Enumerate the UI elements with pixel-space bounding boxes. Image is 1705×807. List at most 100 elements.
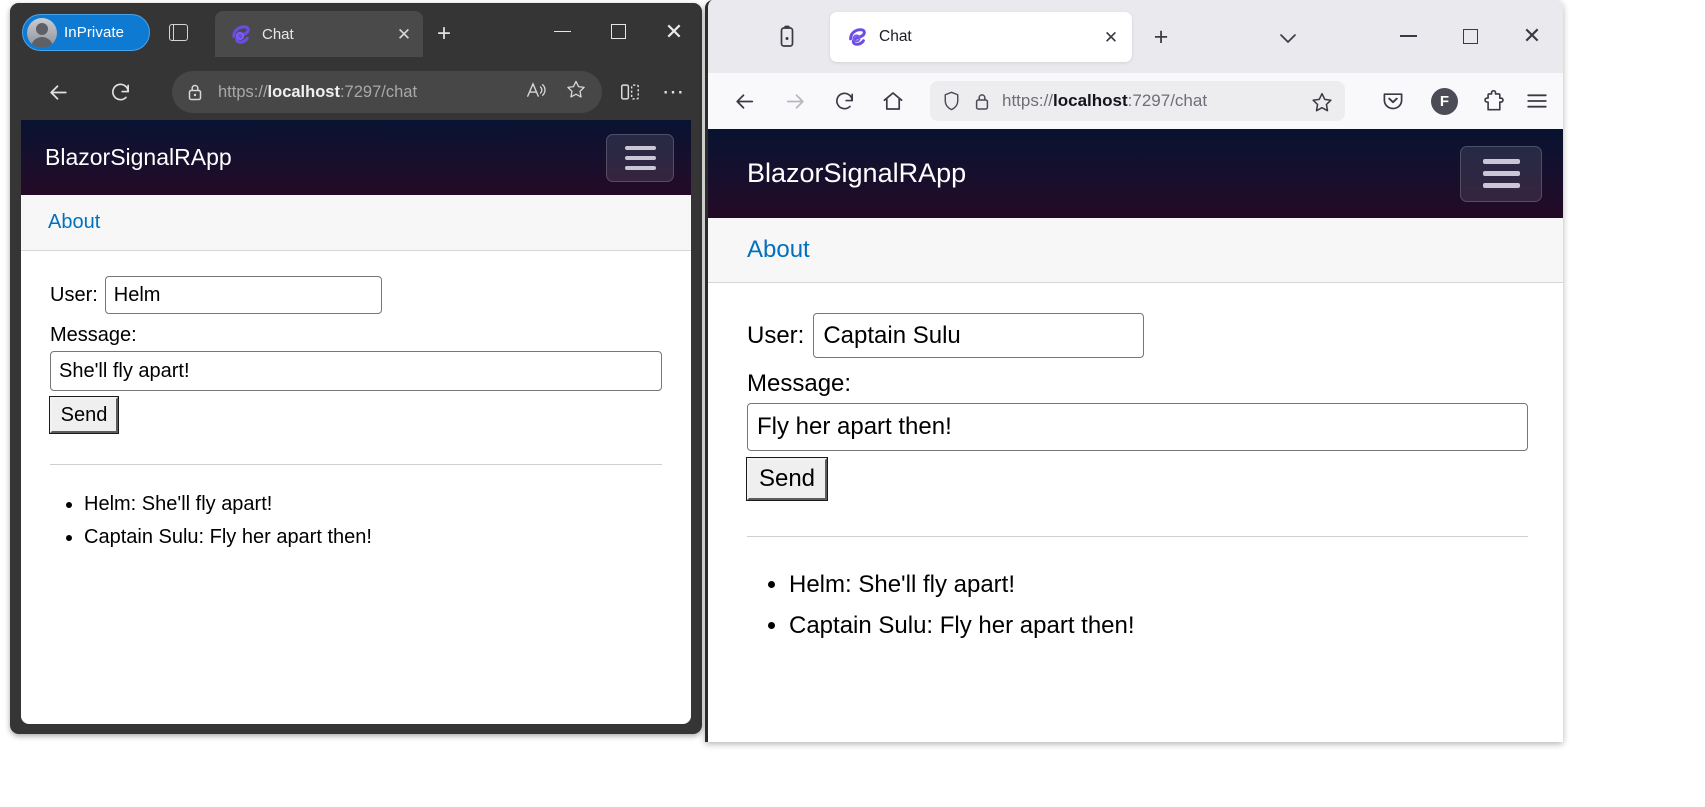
firefox-tab-title: Chat — [879, 28, 912, 45]
edge-inprivate-profile-button[interactable]: InPrivate — [22, 14, 150, 51]
about-link[interactable]: About — [747, 236, 810, 264]
firefox-pocket-button[interactable] — [1375, 84, 1411, 118]
hamburger-bar — [624, 165, 656, 170]
firefox-tab-chat[interactable]: Chat ✕ — [830, 12, 1132, 62]
user-input[interactable]: Helm — [104, 276, 382, 314]
firefox-bookmark-star-icon[interactable] — [1299, 86, 1345, 118]
maximize-icon — [1462, 28, 1478, 44]
edge-url-text: https://localhost:7297/chat — [218, 82, 418, 101]
favorite-star-icon[interactable] — [562, 79, 590, 105]
edge-tab-strip: InPrivate Chat ✕ + ✕ — [10, 3, 702, 61]
divider — [50, 464, 662, 465]
message-input[interactable]: Fly her apart then! — [747, 403, 1528, 451]
firefox-close-button[interactable]: ✕ — [1501, 0, 1563, 72]
lock-icon — [184, 83, 206, 101]
edge-browser-window: InPrivate Chat ✕ + ✕ https://localhost:7… — [10, 3, 702, 734]
close-icon: ✕ — [1522, 23, 1542, 48]
firefox-tab-list-dropdown[interactable] — [1273, 23, 1303, 53]
send-button[interactable]: Send — [746, 457, 828, 501]
hamburger-bar — [624, 155, 656, 160]
message-input[interactable]: She'll fly apart! — [50, 351, 662, 391]
user-field-row: User: Helm — [50, 276, 664, 314]
edge-tab-actions-icon[interactable] — [162, 17, 194, 47]
app-brand-title: BlazorSignalRApp — [45, 144, 232, 170]
edge-page-viewport: BlazorSignalRApp About User: Helm Messag… — [21, 120, 691, 724]
blazor-top-row: About — [21, 195, 691, 251]
hamburger-bar — [624, 145, 656, 150]
edge-reload-button[interactable] — [103, 75, 137, 109]
edge-close-button[interactable]: ✕ — [646, 3, 702, 60]
edge-maximize-button[interactable] — [590, 3, 646, 60]
firefox-reload-button[interactable] — [826, 84, 862, 118]
firefox-back-button[interactable] — [726, 84, 762, 118]
firefox-minimize-button[interactable] — [1377, 0, 1439, 72]
edge-more-button[interactable]: ⋯ — [656, 75, 690, 109]
firefox-list-all-tabs-button[interactable] — [770, 20, 804, 54]
firefox-navigation-toolbar: https://localhost:7297/chat F — [708, 73, 1563, 129]
nav-toggle-button[interactable] — [1460, 145, 1542, 202]
blazor-favicon-icon — [846, 26, 868, 48]
avatar — [27, 17, 57, 48]
edge-split-screen-button[interactable] — [613, 75, 647, 109]
edge-window-controls: ✕ — [534, 3, 702, 60]
firefox-tab-strip: Chat ✕ + ✕ — [708, 0, 1563, 73]
blazor-app-header: BlazorSignalRApp — [708, 129, 1563, 218]
hamburger-bar — [1482, 183, 1520, 188]
hamburger-bar — [1482, 171, 1520, 176]
divider — [747, 536, 1528, 537]
firefox-forward-button[interactable] — [777, 84, 813, 118]
vertical-tabs-icon — [168, 23, 188, 41]
blazor-top-row: About — [708, 218, 1563, 283]
read-aloud-icon[interactable] — [522, 81, 550, 104]
firefox-account-avatar[interactable]: F — [1431, 88, 1458, 115]
user-input[interactable]: Captain Sulu — [813, 313, 1145, 358]
message-label: Message: — [747, 370, 852, 397]
message-label: Message: — [50, 324, 137, 346]
edge-tab-close-icon[interactable]: ✕ — [393, 26, 415, 43]
minimize-icon — [1399, 35, 1417, 37]
nav-toggle-button[interactable] — [606, 133, 674, 182]
firefox-address-bar[interactable]: https://localhost:7297/chat — [930, 81, 1345, 121]
firefox-tab-close-icon[interactable]: ✕ — [1098, 29, 1124, 46]
blazor-favicon-icon — [229, 23, 252, 46]
close-icon: ✕ — [664, 18, 684, 44]
edge-navigation-toolbar: https://localhost:7297/chat ⋯ — [10, 61, 702, 123]
edge-tab-title: Chat — [262, 25, 294, 43]
list-item: Helm: She'll fly apart! — [789, 565, 1533, 606]
send-button[interactable]: Send — [49, 396, 119, 434]
list-item: Helm: She'll fly apart! — [84, 488, 664, 521]
firefox-window-controls: ✕ — [1377, 0, 1563, 72]
chat-page-body: User: Captain Sulu Message: Fly her apar… — [708, 283, 1563, 647]
desktop-screen: InPrivate Chat ✕ + ✕ https://localhost:7… — [0, 0, 1705, 807]
inprivate-label: InPrivate — [64, 24, 125, 41]
hamburger-bar — [1482, 159, 1520, 164]
blazor-app-header: BlazorSignalRApp — [21, 120, 691, 195]
user-field-row: User: Captain Sulu — [747, 313, 1533, 358]
user-label: User: — [747, 321, 805, 349]
maximize-icon — [610, 24, 626, 39]
firefox-browser-window: Chat ✕ + ✕ https://localhost:7297/chat F… — [705, 0, 1563, 742]
app-brand-title: BlazorSignalRApp — [747, 158, 967, 188]
list-item: Captain Sulu: Fly her apart then! — [84, 521, 664, 554]
edge-address-bar[interactable]: https://localhost:7297/chat — [172, 71, 602, 113]
minimize-icon — [553, 30, 571, 33]
about-link[interactable]: About — [48, 211, 100, 234]
firefox-maximize-button[interactable] — [1439, 0, 1501, 72]
firefox-url-text: https://localhost:7297/chat — [1002, 91, 1208, 110]
firefox-home-button[interactable] — [875, 84, 911, 118]
edge-tab-chat[interactable]: Chat ✕ — [215, 11, 423, 57]
list-item: Captain Sulu: Fly her apart then! — [789, 606, 1533, 647]
edge-back-button[interactable] — [41, 75, 75, 109]
edge-minimize-button[interactable] — [534, 3, 590, 60]
lock-icon[interactable] — [972, 92, 992, 111]
edge-new-tab-button[interactable]: + — [431, 22, 457, 48]
chat-page-body: User: Helm Message: She'll fly apart! Se… — [21, 251, 691, 554]
user-label: User: — [50, 283, 98, 306]
messages-list: Helm: She'll fly apart! Captain Sulu: Fl… — [84, 488, 664, 554]
firefox-app-menu-button[interactable] — [1519, 84, 1555, 118]
firefox-new-tab-button[interactable]: + — [1146, 23, 1176, 53]
messages-list: Helm: She'll fly apart! Captain Sulu: Fl… — [789, 565, 1533, 647]
firefox-extensions-button[interactable] — [1476, 84, 1512, 118]
shield-icon[interactable] — [940, 91, 962, 111]
firefox-page-viewport: BlazorSignalRApp About User: Captain Sul… — [708, 129, 1563, 742]
